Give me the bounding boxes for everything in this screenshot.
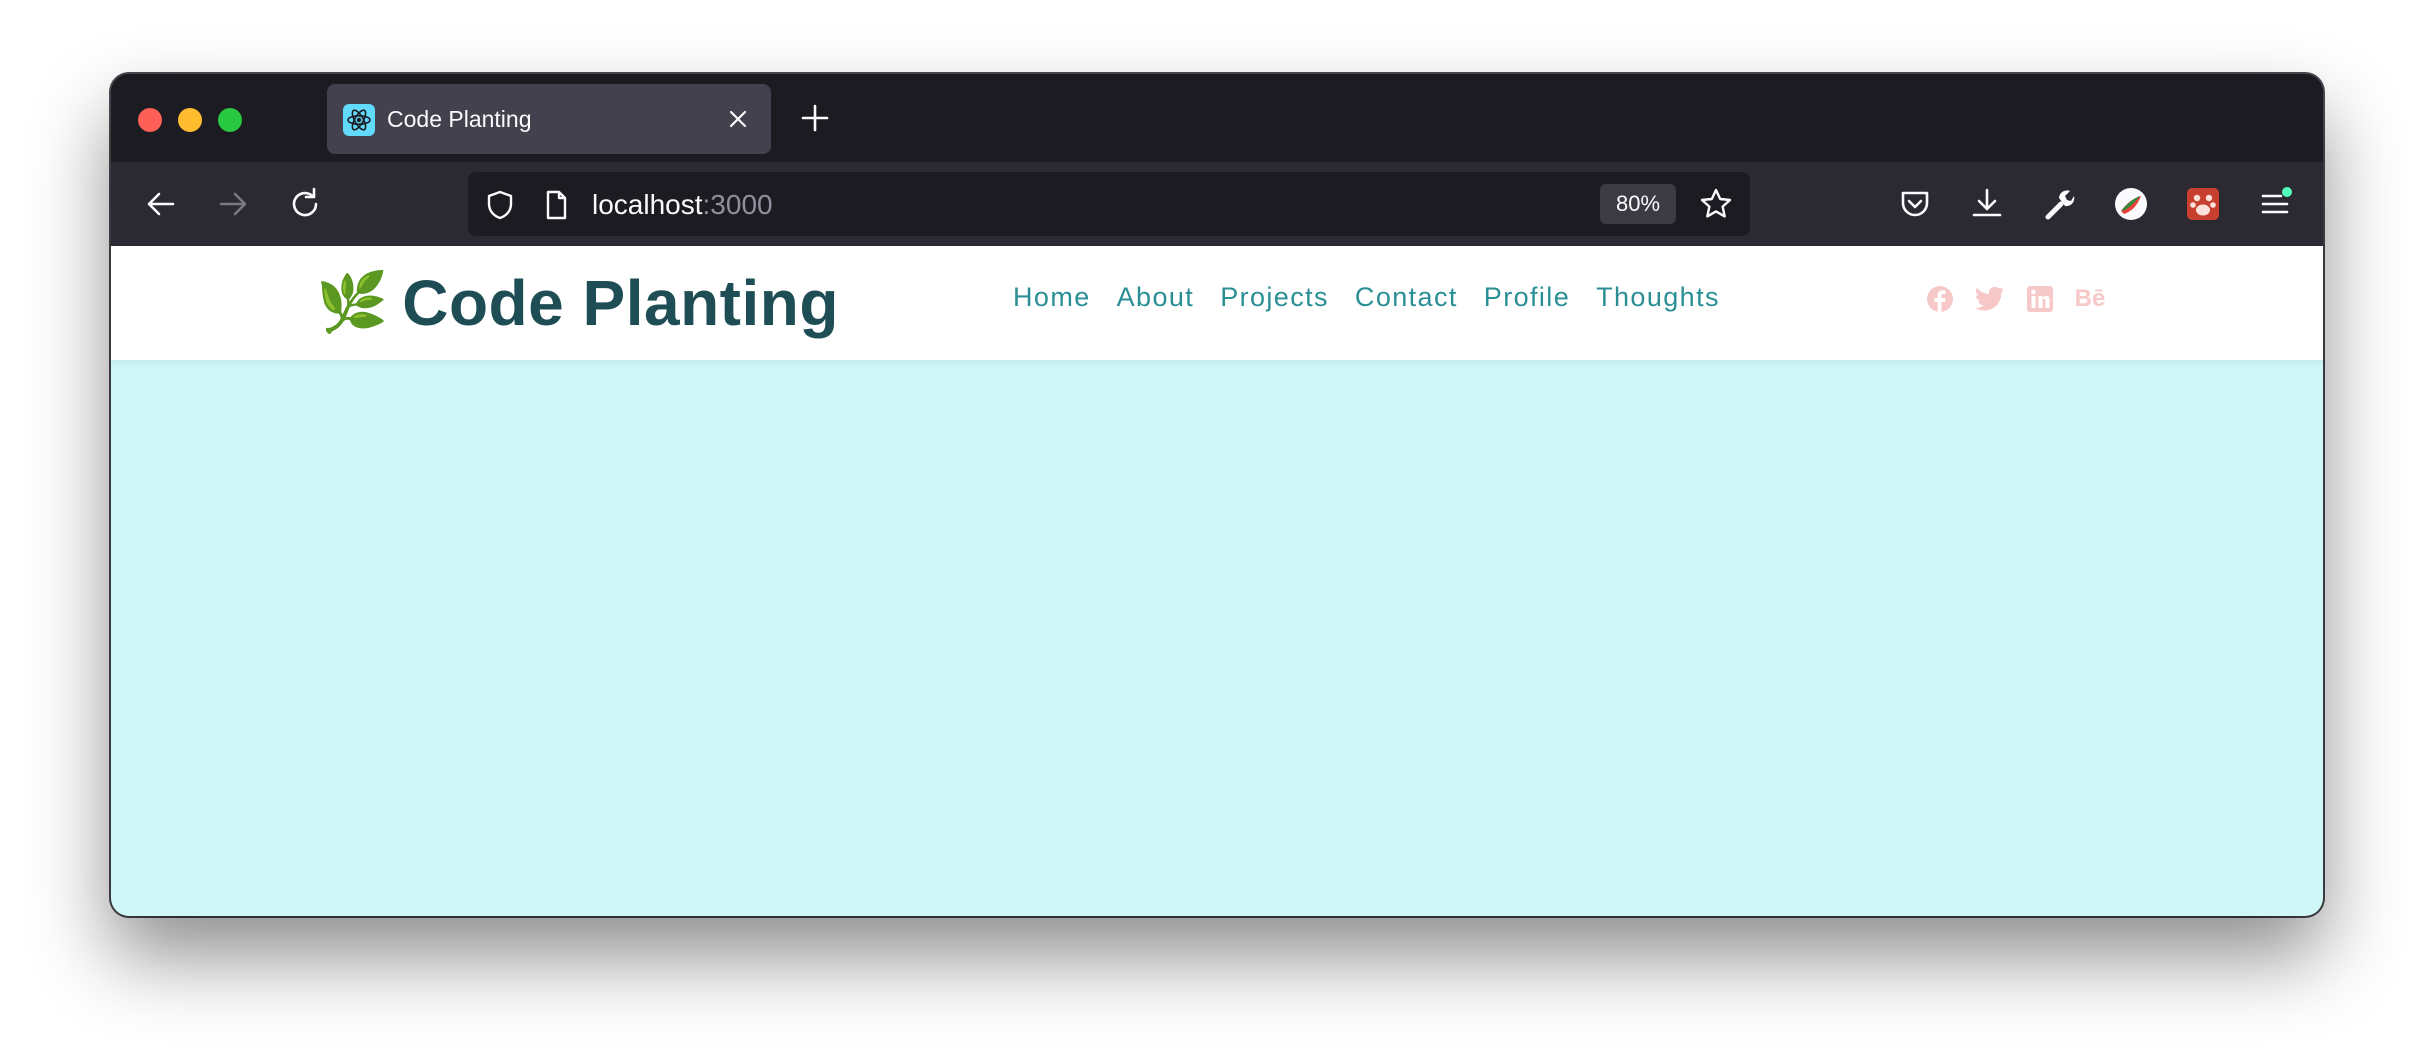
tab-title: Code Planting bbox=[387, 106, 532, 132]
paw-extension-icon[interactable] bbox=[2183, 184, 2223, 224]
menu-icon[interactable] bbox=[2255, 184, 2295, 224]
new-tab-icon[interactable] bbox=[797, 100, 833, 136]
shield-icon[interactable] bbox=[484, 189, 516, 221]
close-tab-icon[interactable] bbox=[725, 106, 751, 132]
nav-link-profile[interactable]: Profile bbox=[1484, 282, 1570, 313]
maximize-window-button[interactable] bbox=[218, 108, 242, 132]
pocket-icon[interactable] bbox=[1895, 184, 1935, 224]
bookmark-star-icon[interactable] bbox=[1698, 186, 1734, 222]
herb-icon: 🌿 bbox=[316, 270, 389, 335]
nav-link-projects[interactable]: Projects bbox=[1220, 282, 1329, 313]
minimize-window-button[interactable] bbox=[178, 108, 202, 132]
site-title: Code Planting bbox=[402, 267, 839, 339]
site-logo[interactable]: 🌿 Code Planting bbox=[316, 266, 839, 340]
url-text[interactable]: localhost:3000 bbox=[592, 189, 773, 221]
site-header: 🌿 Code Planting Home About Projects Cont… bbox=[111, 246, 2323, 360]
nav-link-thoughts[interactable]: Thoughts bbox=[1596, 282, 1720, 313]
page-viewport: 🌿 Code Planting Home About Projects Cont… bbox=[111, 246, 2323, 916]
close-window-button[interactable] bbox=[138, 108, 162, 132]
tab-strip: Code Planting bbox=[111, 74, 2323, 162]
back-icon[interactable] bbox=[141, 184, 181, 224]
nav-link-contact[interactable]: Contact bbox=[1355, 282, 1458, 313]
tab-code-planting[interactable]: Code Planting bbox=[327, 84, 771, 154]
social-links: Bē bbox=[1925, 284, 2105, 314]
forward-icon[interactable] bbox=[213, 184, 253, 224]
react-icon bbox=[343, 104, 375, 136]
nav-link-home[interactable]: Home bbox=[1013, 282, 1091, 313]
linkedin-icon[interactable] bbox=[2025, 284, 2055, 314]
main-nav: Home About Projects Contact Profile Thou… bbox=[1013, 282, 1720, 313]
url-host: localhost bbox=[592, 189, 703, 220]
behance-icon[interactable]: Bē bbox=[2075, 284, 2106, 314]
zoom-level-badge[interactable]: 80% bbox=[1600, 184, 1676, 224]
navigation-toolbar: localhost:3000 80% bbox=[111, 162, 2323, 246]
url-port: :3000 bbox=[702, 189, 773, 220]
nav-link-about[interactable]: About bbox=[1117, 282, 1195, 313]
page-icon[interactable] bbox=[540, 189, 572, 221]
browser-window: Code Planting localhost:3000 80% 🌿 Code … bbox=[111, 74, 2323, 916]
address-bar[interactable]: localhost:3000 80% bbox=[468, 172, 1750, 236]
extension-ball-icon[interactable] bbox=[2111, 184, 2151, 224]
facebook-icon[interactable] bbox=[1925, 284, 1955, 314]
reload-icon[interactable] bbox=[285, 184, 325, 224]
downloads-icon[interactable] bbox=[1967, 184, 2007, 224]
twitter-icon[interactable] bbox=[1975, 284, 2005, 314]
wrench-icon[interactable] bbox=[2039, 184, 2079, 224]
